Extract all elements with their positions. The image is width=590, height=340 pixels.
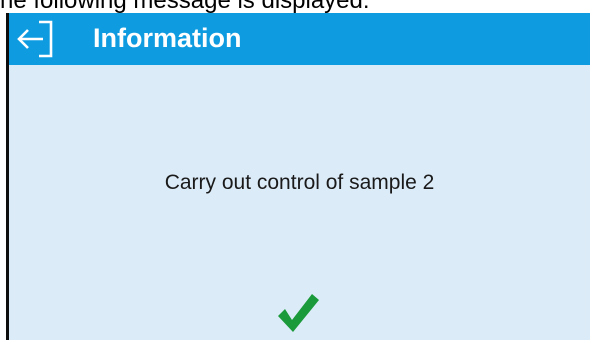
back-button[interactable] <box>17 19 63 59</box>
device-screen: Information Carry out control of sample … <box>6 13 590 340</box>
document-caption: he following message is displayed: <box>0 0 370 14</box>
page: he following message is displayed: Infor… <box>0 0 590 340</box>
checkmark-icon <box>278 294 319 332</box>
confirm-button[interactable] <box>275 291 321 335</box>
header-title: Information <box>93 23 242 53</box>
message-text: Carry out control of sample 2 <box>164 171 435 194</box>
exit-arrow-icon <box>17 20 53 58</box>
header-bar: Information <box>9 13 590 65</box>
